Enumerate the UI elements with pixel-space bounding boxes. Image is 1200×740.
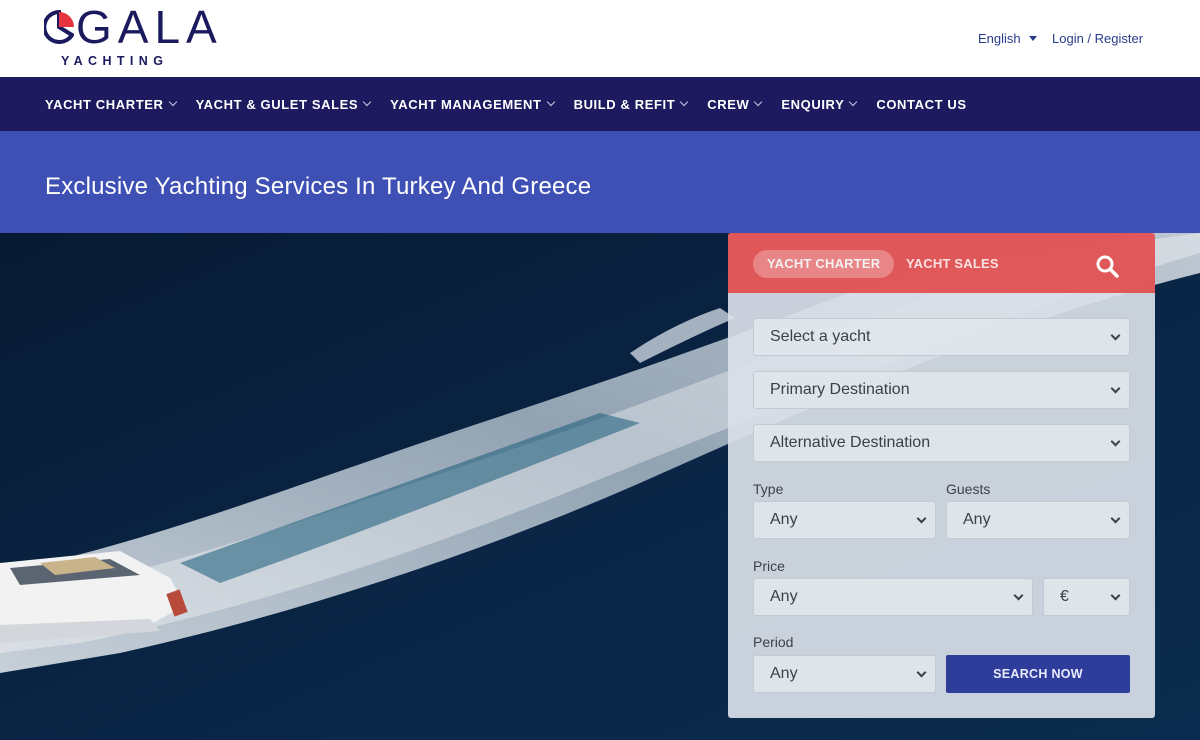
language-label: English bbox=[978, 31, 1021, 46]
nav-item-label: YACHT MANAGEMENT bbox=[390, 96, 542, 112]
type-select-value: Any bbox=[770, 511, 798, 528]
nav-item-label: ENQUIRY bbox=[781, 96, 845, 112]
guests-label: Guests bbox=[946, 481, 991, 497]
chevron-down-icon bbox=[1110, 513, 1121, 524]
chevron-down-icon bbox=[1110, 383, 1121, 394]
page-banner: Exclusive Yachting Services In Turkey An… bbox=[0, 131, 1200, 233]
period-select[interactable]: Any bbox=[753, 655, 936, 693]
type-select[interactable]: Any bbox=[753, 501, 936, 539]
search-panel-header: YACHT CHARTER YACHT SALES bbox=[728, 233, 1155, 293]
currency-select-value: € bbox=[1060, 588, 1069, 605]
currency-select[interactable]: € bbox=[1043, 578, 1130, 616]
chevron-down-icon bbox=[849, 97, 858, 107]
alternative-destination-value: Alternative Destination bbox=[770, 434, 931, 451]
primary-destination-value: Primary Destination bbox=[770, 381, 910, 398]
main-nav: YACHT CHARTER YACHT & GULET SALES YACHT … bbox=[0, 77, 1200, 131]
chevron-down-icon bbox=[1013, 590, 1024, 601]
price-select-value: Any bbox=[770, 588, 798, 605]
yacht-search-panel: YACHT CHARTER YACHT SALES Select a yacht… bbox=[728, 233, 1155, 718]
chevron-down-icon bbox=[1110, 590, 1121, 601]
chevron-down-icon bbox=[916, 513, 927, 524]
tab-yacht-charter[interactable]: YACHT CHARTER bbox=[753, 250, 895, 278]
yacht-select[interactable]: Select a yacht bbox=[753, 318, 1130, 356]
nav-item-yacht-charter[interactable]: YACHT CHARTER bbox=[45, 96, 177, 112]
nav-item-enquiry[interactable]: ENQUIRY bbox=[781, 96, 858, 112]
logo-mark-icon bbox=[44, 10, 74, 44]
tab-yacht-sales[interactable]: YACHT SALES bbox=[892, 250, 1013, 278]
nav-item-label: YACHT & GULET SALES bbox=[195, 96, 359, 112]
logo-text: GALA bbox=[76, 1, 223, 53]
guests-select[interactable]: Any bbox=[946, 501, 1130, 539]
logo-subtext: YACHTING bbox=[61, 54, 169, 68]
nav-item-label: YACHT CHARTER bbox=[45, 96, 164, 112]
search-now-button[interactable]: SEARCH NOW bbox=[946, 655, 1130, 693]
nav-item-build-refit[interactable]: BUILD & REFIT bbox=[573, 96, 689, 112]
top-header: GALA YACHTING English Login / Register bbox=[0, 0, 1200, 77]
chevron-down-icon bbox=[916, 667, 927, 678]
chevron-down-icon bbox=[754, 97, 763, 107]
gala-yachting-logo[interactable]: GALA YACHTING bbox=[44, 4, 217, 68]
yacht-select-value: Select a yacht bbox=[770, 328, 871, 345]
type-label: Type bbox=[753, 481, 784, 497]
page-title: Exclusive Yachting Services In Turkey An… bbox=[45, 173, 592, 200]
period-select-value: Any bbox=[770, 665, 798, 682]
nav-item-label: CONTACT US bbox=[876, 96, 967, 112]
nav-item-crew[interactable]: CREW bbox=[707, 96, 763, 112]
caret-down-icon bbox=[1028, 36, 1037, 41]
nav-item-yacht-gulet-sales[interactable]: YACHT & GULET SALES bbox=[195, 96, 372, 112]
price-label: Price bbox=[753, 558, 785, 574]
nav-item-label: BUILD & REFIT bbox=[573, 96, 676, 112]
nav-item-label: CREW bbox=[707, 96, 750, 112]
chevron-down-icon bbox=[546, 97, 555, 107]
chevron-down-icon bbox=[168, 97, 177, 107]
period-label: Period bbox=[753, 634, 794, 650]
guests-select-value: Any bbox=[963, 511, 991, 528]
chevron-down-icon bbox=[1110, 330, 1121, 341]
chevron-down-icon bbox=[1110, 436, 1121, 447]
price-select[interactable]: Any bbox=[753, 578, 1033, 616]
language-selector[interactable]: English bbox=[978, 31, 1037, 46]
nav-item-contact-us[interactable]: CONTACT US bbox=[876, 97, 966, 112]
chevron-down-icon bbox=[362, 97, 372, 107]
chevron-down-icon bbox=[680, 97, 689, 107]
search-icon[interactable] bbox=[1095, 254, 1119, 278]
alternative-destination-select[interactable]: Alternative Destination bbox=[753, 424, 1130, 462]
primary-destination-select[interactable]: Primary Destination bbox=[753, 371, 1130, 409]
nav-item-yacht-management[interactable]: YACHT MANAGEMENT bbox=[390, 96, 555, 112]
login-register-link[interactable]: Login / Register bbox=[1052, 31, 1143, 46]
